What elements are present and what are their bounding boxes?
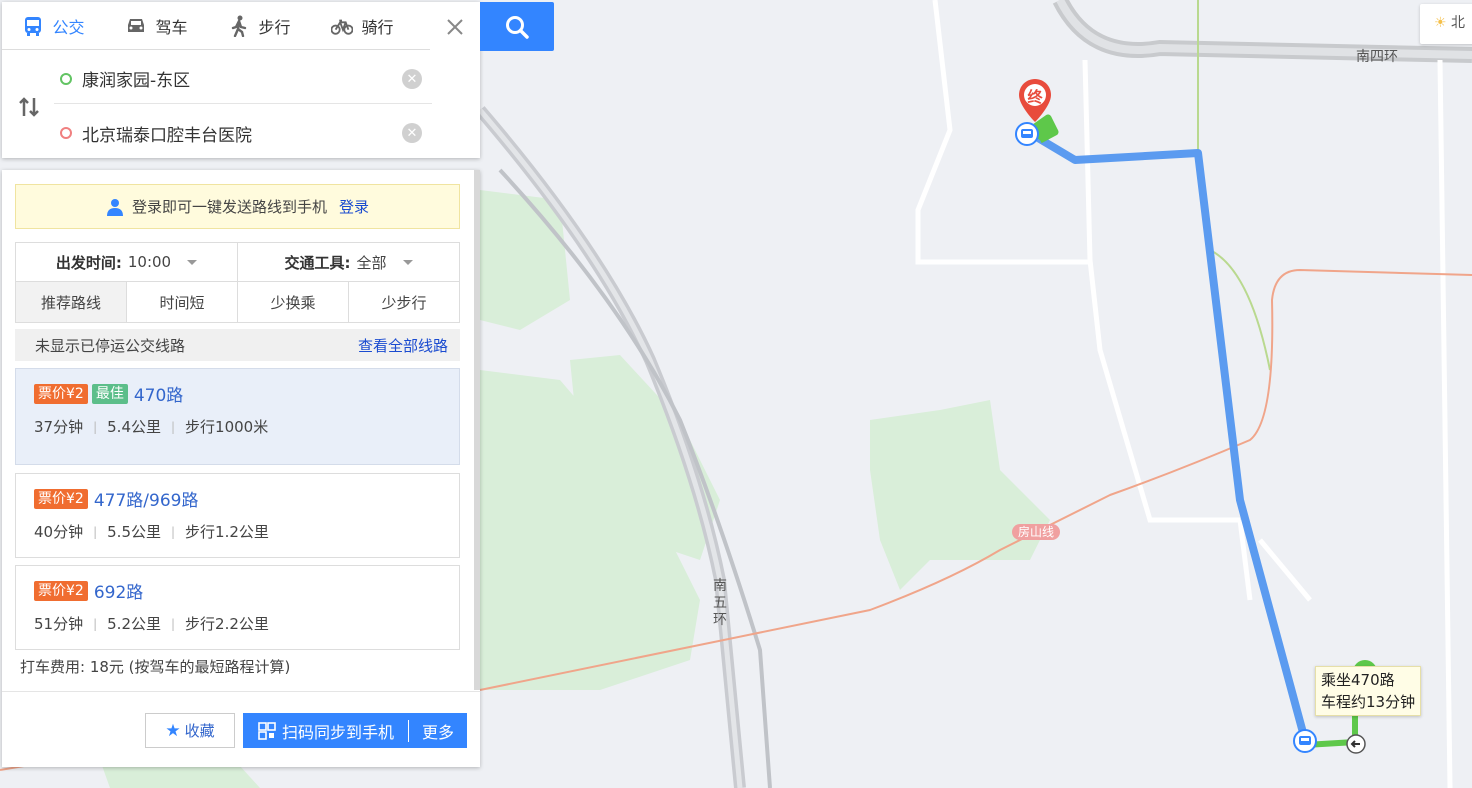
login-tip: 登录即可一键发送路线到手机 登录 [15,184,460,229]
tab-less-walking[interactable]: 少步行 [348,282,459,322]
divider: | [93,616,98,631]
tab-bike[interactable]: 骑行 [311,2,414,49]
sun-icon: ☀ [1434,15,1447,31]
route-tooltip-line1: 乘坐470路 [1321,671,1395,689]
route-walk: 步行1000米 [185,418,269,436]
bus-stop-icon[interactable] [1014,121,1040,147]
origin-dot-icon [60,72,72,85]
vehicle-label: 交通工具: [284,253,351,272]
ring5-label-char: 南 [713,578,727,594]
walk-icon [232,15,247,37]
tab-transit[interactable]: 公交 [2,2,105,49]
bus-icon [25,16,42,36]
price-tag: 票价¥2 [34,488,88,509]
origin-field[interactable]: 康润家园-东区 ✕ [54,54,432,104]
bike-icon [331,19,354,35]
car-icon [128,18,145,32]
destination-field[interactable]: 北京瑞泰口腔丰台医院 ✕ [54,108,432,158]
fangshan-line-label: 房山线 [1012,524,1061,540]
route-card[interactable]: 票价¥2 最佳 470路 37分钟 | 5.4公里 | 步行1000米 [15,368,460,465]
depart-time-label: 出发时间: [55,253,122,272]
route-name[interactable]: 477路/969路 [94,486,199,511]
route-results-panel: 登录即可一键发送路线到手机 登录 出发时间: 10:00 交通工具: 全部 推荐… [2,170,480,767]
tab-transit-label: 公交 [52,17,85,37]
route-tooltip: 乘坐470路 车程约13分钟 [1315,666,1422,716]
stopped-lines-notice: 未显示已停运公交线路 查看全部线路 [15,329,460,361]
weather-text: 北 [1451,15,1466,31]
qrcode-icon [258,721,276,740]
route-options: 出发时间: 10:00 交通工具: 全部 推荐路线 时间短 少换乘 少步行 [15,242,460,323]
login-link[interactable]: 登录 [339,196,369,217]
tab-walk-label: 步行 [258,17,291,37]
transport-mode-tabs: 公交 驾车 步行 骑行 [2,2,430,50]
ring5-label: 南 五 环 [712,578,728,629]
route-distance: 5.2公里 [107,615,161,633]
swap-icon[interactable] [16,96,42,118]
price-tag: 票价¥2 [34,383,88,404]
route-search-box: 公交 驾车 步行 骑行 康润家园-东区 ✕ 北京瑞泰口腔丰台医院 ✕ [2,2,480,158]
route-name[interactable]: 692路 [94,578,143,603]
tab-fewer-transfers[interactable]: 少换乘 [237,282,348,322]
favorite-label: 收藏 [184,722,215,740]
route-walk: 步行2.2公里 [185,615,269,633]
divider: | [93,419,98,434]
route-time: 37分钟 [34,418,84,436]
origin-text: 康润家园-东区 [82,71,191,91]
panel-scrollbar[interactable] [474,170,480,690]
clear-origin-icon[interactable]: ✕ [402,69,422,89]
tab-drive[interactable]: 驾车 [105,2,208,49]
ring5-label-char: 五 [713,595,727,611]
chevron-down-icon [187,259,198,265]
vehicle-select[interactable]: 交通工具: 全部 [237,243,459,281]
ring4-label: 南四环 [1356,49,1398,65]
login-tip-text: 登录即可一键发送路线到手机 [131,198,327,216]
divider: | [171,616,176,631]
search-button[interactable] [480,2,554,51]
vehicle-value: 全部 [356,253,387,272]
route-card[interactable]: 票价¥2 477路/969路 40分钟 | 5.5公里 | 步行1.2公里 [15,473,460,558]
more-button[interactable]: 更多 [409,719,467,743]
favorite-button[interactable]: ★ 收藏 [145,713,235,748]
destination-text: 北京瑞泰口腔丰台医院 [82,125,252,146]
divider: | [171,419,176,434]
notice-text: 未显示已停运公交线路 [35,336,186,355]
clear-destination-icon[interactable]: ✕ [402,123,422,143]
arrow-left-icon[interactable] [1345,733,1367,755]
tab-bike-label: 骑行 [361,17,394,37]
weather-widget[interactable]: ☀ 北 [1420,4,1472,44]
tab-drive-label: 驾车 [155,17,188,37]
tab-recommended[interactable]: 推荐路线 [16,282,126,322]
end-marker-label: 终 [1027,88,1043,106]
ring5-label-char: 环 [713,612,727,628]
best-tag: 最佳 [91,383,128,404]
route-card[interactable]: 票价¥2 692路 51分钟 | 5.2公里 | 步行2.2公里 [15,565,460,650]
depart-time-value: 10:00 [127,253,172,271]
bus-stop-icon[interactable] [1292,728,1318,754]
route-distance: 5.4公里 [107,418,161,436]
route-time: 51分钟 [34,615,84,633]
taxi-fare: 打车费用: 18元 (按驾车的最短路程计算) [20,658,291,676]
view-all-lines-link[interactable]: 查看全部线路 [358,335,448,356]
panel-footer: ★ 收藏 扫码同步到手机 更多 [2,691,480,767]
route-walk: 步行1.2公里 [185,523,269,541]
sync-label: 扫码同步到手机 [282,722,395,742]
route-tooltip-line2: 车程约13分钟 [1321,693,1416,711]
tab-walk[interactable]: 步行 [208,2,311,49]
destination-dot-icon [60,127,72,139]
divider: | [171,524,176,539]
sync-to-phone-button[interactable]: 扫码同步到手机 更多 [243,713,467,748]
divider: | [93,524,98,539]
search-icon [506,15,529,39]
price-tag: 票价¥2 [34,580,88,601]
route-distance: 5.5公里 [107,523,161,541]
star-icon: ★ [165,720,181,741]
tab-shortest-time[interactable]: 时间短 [126,282,237,322]
depart-time-select[interactable]: 出发时间: 10:00 [16,243,237,281]
route-time: 40分钟 [34,523,84,541]
route-name[interactable]: 470路 [134,381,183,406]
close-icon[interactable] [440,12,470,42]
chevron-down-icon [402,259,413,265]
user-icon [106,198,123,216]
